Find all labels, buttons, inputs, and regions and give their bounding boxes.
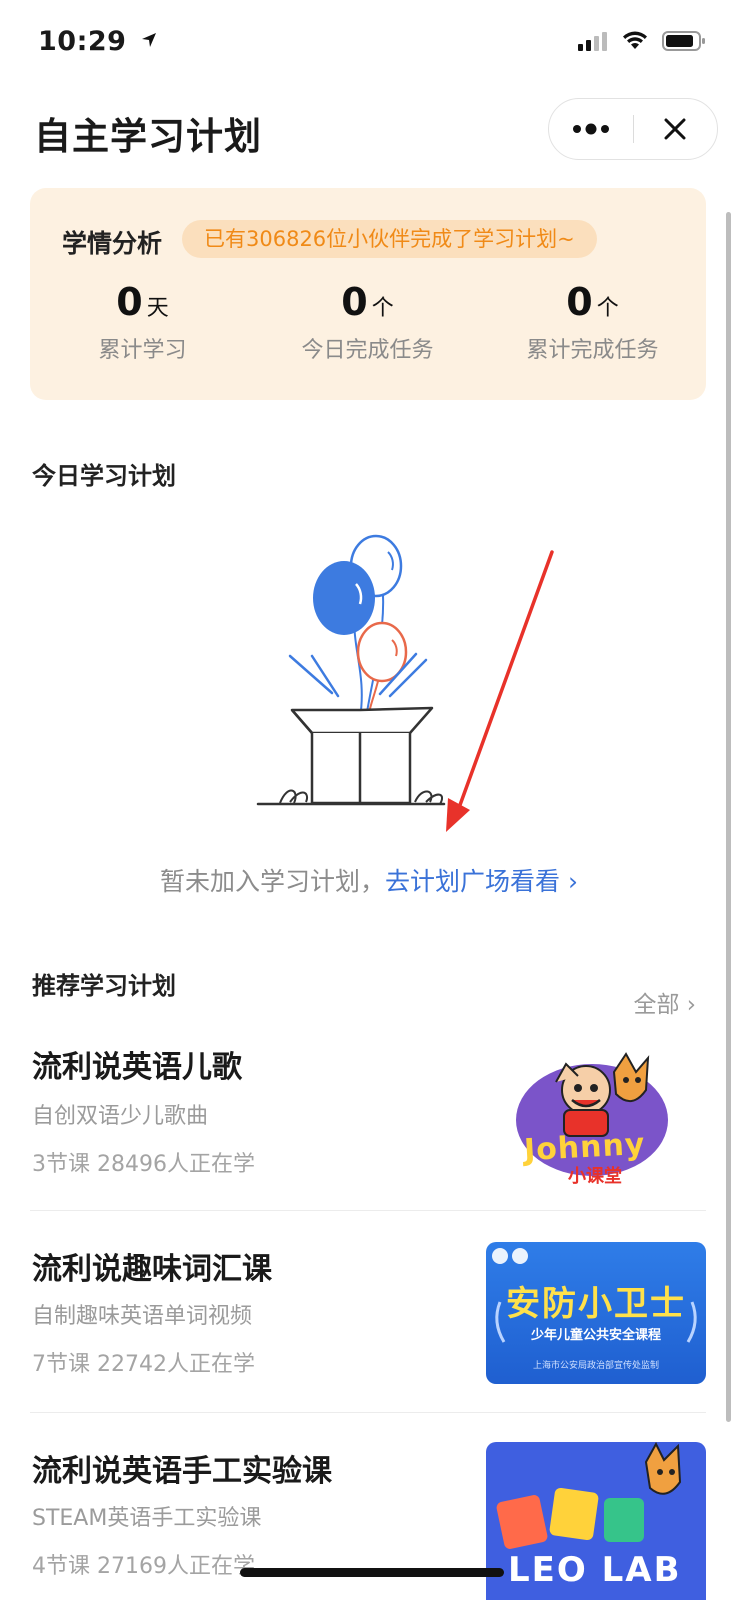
thumb-brand-subtext: 小课堂 [568,1166,622,1184]
signal-icon [578,32,607,51]
stat-label: 累计完成任务 [526,338,659,363]
course-subtitle: STEAM英语手工实验课 [32,1506,262,1531]
status-time-text: 10:29 [38,26,127,57]
course-meta: 7节课 22742人正在学 [32,1352,255,1377]
wifi-icon [623,31,647,49]
today-plan-title: 今日学习计划 [32,462,176,490]
status-icons [578,30,706,52]
location-arrow-icon [142,33,157,47]
course-thumbnail: LEO LAB [486,1442,706,1600]
list-divider [30,1412,706,1413]
stat-total-tasks: 0个 累计完成任务 [480,280,705,364]
completion-badge: 已有306826位小伙伴完成了学习计划~ [182,220,597,258]
thumb-footer-text: 上海市公安局政治部宣传处监制 [532,1361,659,1371]
stat-label: 今日完成任务 [301,338,434,363]
recommend-title: 推荐学习计划 [32,972,176,1000]
thumb-brand-subtext: 少年儿童公共安全课程 [530,1328,661,1343]
view-all-link[interactable]: 全部 › [633,985,696,1019]
list-divider [30,1210,706,1211]
course-subtitle: 自制趣味英语单词视频 [32,1304,253,1329]
course-item[interactable]: 流利说英语儿歌 自创双语少儿歌曲 3节课 28496人正在学 Johnny 小课… [0,1020,738,1210]
stat-value: 0 [566,280,593,324]
stat-unit: 天 [146,296,169,321]
close-icon [664,118,686,140]
more-button[interactable] [549,123,633,135]
stat-label: 累计学习 [98,338,187,363]
empty-gift-box-illustration [256,534,446,806]
mini-program-capsule [548,98,718,160]
thumb-brand-text: LEO LAB [508,1550,682,1590]
stat-total-days: 0天 累计学习 [30,280,255,364]
stat-value: 0 [341,280,368,324]
more-dots-icon [572,123,609,135]
course-title: 流利说英语手工实验课 [32,1454,332,1489]
course-thumbnail: 安防小卫士 少年儿童公共安全课程 上海市公安局政治部宣传处监制 [486,1242,706,1384]
home-indicator[interactable] [240,1568,504,1577]
status-time: 10:29 [38,26,158,57]
stat-unit: 个 [596,296,619,321]
course-meta: 3节课 28496人正在学 [32,1152,255,1177]
stat-value: 0 [116,280,143,324]
empty-plan-message: 暂未加入学习计划，去计划广场看看 › [0,862,738,898]
scrollbar[interactable] [726,212,731,1422]
thumb-brand-text: 安防小卫士 [506,1284,686,1324]
close-button[interactable] [634,117,718,141]
course-subtitle: 自创双语少儿歌曲 [32,1104,209,1129]
course-title: 流利说趣味词汇课 [32,1252,272,1287]
analysis-title: 学情分析 [62,229,163,258]
empty-plan-text: 暂未加入学习计划， [160,867,386,896]
stat-unit: 个 [371,296,394,321]
course-item[interactable]: 流利说趣味词汇课 自制趣味英语单词视频 7节课 22742人正在学 安防小卫士 … [0,1220,738,1410]
plan-square-link[interactable]: 去计划广场看看 › [385,867,578,896]
course-meta: 4节课 27169人正在学 [32,1554,255,1579]
learning-analysis-card: 学情分析 已有306826位小伙伴完成了学习计划~ 0天 累计学习 0个 今日完… [30,188,706,400]
course-thumbnail: Johnny 小课堂 [486,1042,706,1184]
stat-today-tasks: 0个 今日完成任务 [255,280,480,364]
course-title: 流利说英语儿歌 [32,1050,242,1085]
annotation-arrow-icon [446,550,554,832]
page-title: 自主学习计划 [34,115,262,158]
battery-icon [662,31,705,51]
